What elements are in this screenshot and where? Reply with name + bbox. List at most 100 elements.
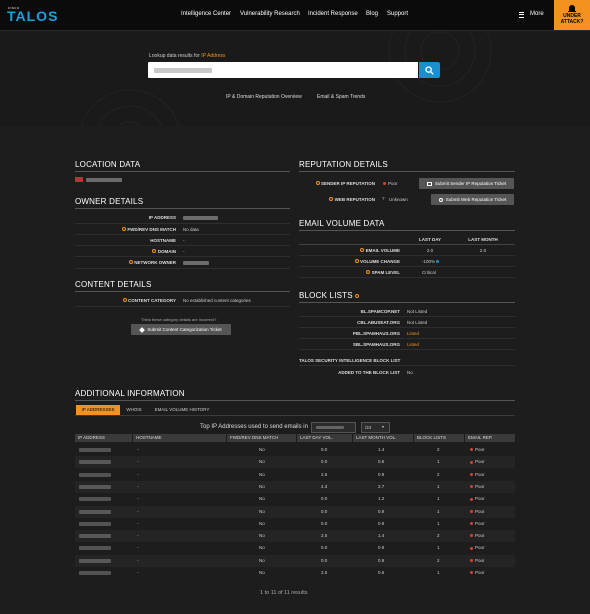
redacted-ip[interactable] <box>79 571 111 575</box>
status-dot-icon <box>470 534 473 538</box>
help-icon[interactable] <box>315 181 320 185</box>
cell-email-rep: Poor <box>470 506 485 518</box>
redacted-ip[interactable] <box>79 534 111 539</box>
cell-last-month: 0.9 <box>378 545 385 551</box>
search-button[interactable] <box>419 62 440 78</box>
tab-whois[interactable]: WHOIS <box>122 405 146 415</box>
cell-last-day: 0.0 <box>321 520 328 526</box>
cell-dns-match: No <box>259 496 265 502</box>
cell-hostname: - <box>137 570 139 575</box>
cell-block-lists[interactable]: 1 <box>437 518 440 530</box>
cell-email-rep: Poor <box>470 481 485 493</box>
col-block-lists[interactable]: BLOCK LISTS <box>414 434 464 442</box>
table-row: - No 0.0 0.9 1 Poor <box>75 542 515 554</box>
divider <box>299 302 515 303</box>
divider <box>299 230 515 231</box>
cell-block-lists[interactable]: 2 <box>437 469 440 481</box>
help-icon[interactable] <box>122 227 127 231</box>
help-icon[interactable] <box>152 249 157 253</box>
cell-block-lists[interactable]: 1 <box>437 493 440 505</box>
link-reputation-overview[interactable]: IP & Domain Reputation Overview <box>226 94 302 100</box>
submit-content-category-button[interactable]: Submit Content Categorization Ticket <box>131 324 231 335</box>
tab-ip-addresses[interactable]: IP ADDRESSES <box>76 405 120 415</box>
redacted-query <box>154 68 212 73</box>
help-icon[interactable] <box>354 259 359 263</box>
col-ip-address[interactable]: IP ADDRESS <box>75 434 132 442</box>
blocklist-pbl-value[interactable]: Listed <box>407 331 419 336</box>
cell-block-lists[interactable]: 2 <box>437 444 440 456</box>
more-menu[interactable]: More <box>530 11 544 17</box>
redacted-ip[interactable] <box>79 497 111 502</box>
cell-block-lists[interactable]: 1 <box>437 456 440 468</box>
help-icon[interactable] <box>355 294 360 298</box>
submit-web-reputation-button[interactable]: Submit Web Reputation Ticket <box>431 194 514 205</box>
cell-email-rep: Poor <box>470 456 485 468</box>
help-icon[interactable] <box>329 197 334 201</box>
subnet-select[interactable]: /24 ▾ <box>361 422 390 433</box>
status-dot-icon <box>470 485 473 489</box>
search-input[interactable] <box>148 62 418 78</box>
cell-block-lists[interactable]: 1 <box>437 506 440 518</box>
col-dns-match[interactable]: FWD/REV DNS MATCH <box>227 434 296 442</box>
redacted-ip[interactable] <box>79 472 111 477</box>
ip-select[interactable] <box>311 422 356 433</box>
under-attack-button[interactable]: UNDER ATTACK? <box>554 0 590 30</box>
cell-email-rep-text: Poor <box>475 557 485 563</box>
redacted-ip-select <box>316 426 344 429</box>
help-icon[interactable] <box>366 270 371 274</box>
talos-logo[interactable]: TALOS <box>7 8 58 24</box>
cell-block-lists[interactable]: 2 <box>437 555 440 567</box>
row-divider <box>299 338 515 339</box>
under-attack-line2: ATTACK? <box>560 19 584 25</box>
nav-intelligence-center[interactable]: Intelligence Center <box>181 11 231 17</box>
redacted-ip[interactable] <box>79 484 111 489</box>
redacted-ip[interactable] <box>79 558 111 563</box>
content-category-label: CONTENT CATEGORY <box>90 298 176 303</box>
redacted-ip[interactable] <box>79 546 111 551</box>
row-divider <box>75 306 290 307</box>
cell-block-lists[interactable]: 2 <box>437 530 440 542</box>
cell-email-rep-text: Poor <box>475 483 485 489</box>
lookup-prefix: Lookup data results for <box>149 53 200 59</box>
cell-block-lists[interactable]: 1 <box>437 542 440 554</box>
volume-change-text: -100% <box>422 259 436 264</box>
nav-support[interactable]: Support <box>387 11 408 17</box>
nav-incident-response[interactable]: Incident Response <box>308 11 358 17</box>
row-divider <box>75 268 290 269</box>
submit-web-reputation-label: Submit Web Reputation Ticket <box>445 197 507 202</box>
cell-email-rep: Poor <box>470 444 485 456</box>
tab-underline <box>75 415 515 416</box>
help-icon[interactable] <box>128 260 133 264</box>
status-dot-icon <box>383 182 386 186</box>
redacted-ip[interactable] <box>79 460 111 465</box>
blocklist-sbl-value[interactable]: Listed <box>407 342 419 347</box>
cell-hostname: - <box>137 471 139 477</box>
col-last-day-vol-label: LAST DAY VOL. <box>300 435 333 440</box>
nav-blog[interactable]: Blog <box>366 11 378 17</box>
tab-email-volume-history[interactable]: EMAIL VOLUME HISTORY <box>150 405 214 415</box>
help-icon[interactable] <box>122 298 127 302</box>
redacted-ip[interactable] <box>79 521 111 526</box>
cell-block-lists[interactable]: 1 <box>437 481 440 493</box>
cell-block-lists[interactable]: 1 <box>437 567 440 579</box>
cell-hostname: - <box>137 459 139 465</box>
help-icon[interactable] <box>360 248 365 252</box>
redacted-ip[interactable] <box>79 509 111 514</box>
col-last-month-vol[interactable]: LAST MONTH VOL. <box>353 434 413 442</box>
col-hostname[interactable]: HOSTNAME <box>133 434 226 442</box>
table-row: - No 2.5 0.9 2 Poor <box>75 469 515 481</box>
link-email-spam-trends[interactable]: Email & Spam Trends <box>317 94 365 100</box>
cell-dns-match: No <box>259 533 265 539</box>
alarm-icon <box>568 5 576 12</box>
info-icon[interactable] <box>436 260 440 264</box>
cell-dns-match: No <box>259 471 265 477</box>
col-last-day-vol[interactable]: LAST DAY VOL. <box>297 434 352 442</box>
status-dot-icon <box>470 522 473 526</box>
hamburger-icon[interactable] <box>519 12 524 18</box>
col-email-rep[interactable]: EMAIL REP. <box>465 434 515 442</box>
nav-vulnerability-research[interactable]: Vulnerability Research <box>240 11 300 17</box>
cell-last-day: 0.0 <box>321 557 328 563</box>
submit-sender-reputation-button[interactable]: Submit Sender IP Reputation Ticket <box>419 178 514 189</box>
volume-change-label-text: VOLUME CHANGE <box>359 259 400 264</box>
redacted-ip[interactable] <box>79 448 111 452</box>
